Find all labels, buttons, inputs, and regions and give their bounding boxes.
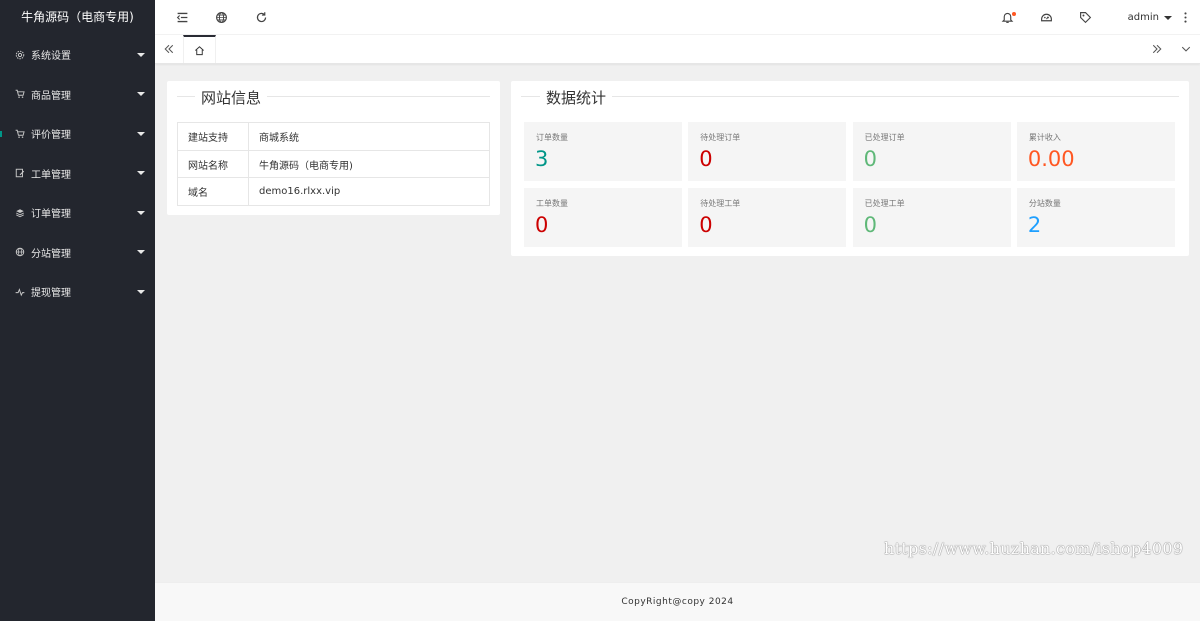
- sidebar-item-tickets[interactable]: 工单管理: [0, 154, 155, 194]
- copyright-text: CopyRight@copy 2024: [621, 597, 734, 607]
- app-logo-title[interactable]: 牛角源码（电商专用): [0, 0, 155, 35]
- gear-icon: [14, 49, 25, 60]
- info-value: demo16.rlxx.vip: [248, 177, 490, 207]
- sidebar-item-reviews[interactable]: 评价管理: [0, 114, 155, 154]
- info-value: 商城系统: [248, 122, 490, 151]
- home-icon: [195, 45, 204, 55]
- stat-tile: 待处理工单 0: [688, 188, 847, 247]
- chevron-down-icon: [137, 210, 145, 215]
- sidebar-item-label: 系统设置: [31, 51, 71, 63]
- pulse-icon: [14, 286, 25, 297]
- more-vertical-icon[interactable]: [1175, 0, 1195, 35]
- chevron-down-icon: [137, 250, 145, 255]
- refresh-icon[interactable]: [246, 0, 276, 35]
- footer: CopyRight@copy 2024: [155, 582, 1200, 621]
- stat-tile: 订单数量 3: [524, 122, 682, 181]
- tabs-scroll-left-icon[interactable]: [155, 35, 183, 63]
- stat-tile: 待处理订单 0: [688, 122, 847, 181]
- tag-icon[interactable]: [1070, 0, 1100, 35]
- stat-label: 工单数量: [536, 199, 568, 208]
- stat-tile: 已处理工单 0: [852, 188, 1011, 247]
- layers-icon: [14, 207, 25, 218]
- tabs-dropdown-icon[interactable]: [1172, 35, 1200, 63]
- card-header: 数据统计: [521, 81, 1179, 111]
- notification-dot: [1012, 12, 1016, 16]
- sidebar-item-label: 提现管理: [31, 288, 71, 300]
- chevron-down-icon: [1164, 15, 1172, 20]
- info-key: 域名: [177, 177, 249, 207]
- stats-card: 数据统计 订单数量 3 待处理订单 0 已处理订单 0 累计收入 0.00 工单数量 0 待处理工单…: [511, 81, 1189, 256]
- sidebar-item-substations[interactable]: 分站管理: [0, 233, 155, 273]
- table-row: 域名 demo16.rlxx.vip: [177, 177, 490, 207]
- stat-value: 0: [863, 213, 877, 237]
- card-title: 数据统计: [540, 87, 613, 108]
- sidebar: 牛角源码（电商专用) 系统设置 商品管理 评价管理 工单管理 订单管理 分站管理…: [0, 0, 155, 621]
- globe-icon: [14, 247, 25, 258]
- bell-icon[interactable]: [992, 0, 1022, 35]
- site-info-card: 网站信息 建站支持 商城系统 网站名称 牛角源码（电商专用) 域名 demo16.rlxx…: [167, 81, 500, 215]
- cart-icon: [14, 128, 25, 139]
- theme-icon[interactable]: [1031, 0, 1061, 35]
- stat-label: 已处理工单: [864, 199, 905, 208]
- stat-label: 已处理订单: [864, 133, 905, 142]
- table-row: 网站名称 牛角源码（电商专用): [177, 149, 490, 179]
- sidebar-item-label: 分站管理: [31, 248, 71, 260]
- top-header: admin: [155, 0, 1200, 35]
- tab-home[interactable]: [183, 35, 216, 63]
- stat-label: 待处理工单: [700, 199, 741, 208]
- stat-value: 0: [863, 147, 877, 171]
- chevron-down-icon: [137, 131, 145, 136]
- card-header: 网站信息: [177, 81, 490, 111]
- cart-icon: [14, 89, 25, 100]
- stat-value: 0: [699, 147, 713, 171]
- sidebar-item-orders[interactable]: 订单管理: [0, 193, 155, 233]
- stat-tile: 分站数量 2: [1016, 188, 1175, 247]
- edit-icon: [14, 168, 25, 179]
- watermark-text: https://www.huzhan.com/ishop4009: [884, 539, 1184, 558]
- chevron-down-icon: [137, 52, 145, 57]
- sidebar-item-label: 商品管理: [31, 90, 71, 102]
- card-title: 网站信息: [195, 87, 268, 108]
- info-value: 牛角源码（电商专用): [248, 149, 490, 179]
- sidebar-item-label: 订单管理: [31, 209, 71, 221]
- stat-label: 订单数量: [536, 133, 568, 142]
- active-indicator: [0, 130, 2, 137]
- sidebar-item-system-settings[interactable]: 系统设置: [0, 35, 155, 75]
- stat-value: 0: [699, 213, 713, 237]
- tabs-scroll-right-icon[interactable]: [1143, 35, 1171, 63]
- stat-tile: 已处理订单 0: [852, 122, 1011, 181]
- stat-label: 累计收入: [1028, 133, 1061, 142]
- username: admin: [1127, 12, 1159, 23]
- chevron-down-icon: [137, 171, 145, 176]
- stat-value: 3: [535, 147, 549, 171]
- chevron-down-icon: [137, 289, 145, 294]
- stat-tile: 工单数量 0: [524, 188, 682, 247]
- stat-value: 2: [1027, 213, 1042, 237]
- sidebar-item-label: 评价管理: [31, 130, 71, 142]
- stat-label: 分站数量: [1028, 199, 1061, 208]
- menu-collapse-icon[interactable]: [167, 0, 197, 35]
- divider: [521, 96, 1179, 97]
- sidebar-item-products[interactable]: 商品管理: [0, 75, 155, 115]
- user-menu[interactable]: admin: [1128, 0, 1172, 35]
- stat-tile: 累计收入 0.00: [1016, 122, 1175, 181]
- tabs-bar: [155, 35, 1200, 64]
- stat-label: 待处理订单: [700, 133, 741, 142]
- info-key: 建站支持: [177, 122, 249, 151]
- chevron-down-icon: [137, 92, 145, 97]
- sidebar-item-label: 工单管理: [31, 169, 71, 181]
- globe-icon[interactable]: [206, 0, 236, 35]
- stat-value: 0.00: [1027, 147, 1075, 171]
- stat-value: 0: [535, 213, 549, 237]
- info-key: 网站名称: [177, 149, 249, 179]
- site-info-table: 建站支持 商城系统 网站名称 牛角源码（电商专用) 域名 demo16.rlxx.vip: [177, 122, 490, 207]
- sidebar-item-withdrawals[interactable]: 提现管理: [0, 272, 155, 312]
- table-row: 建站支持 商城系统: [177, 122, 490, 151]
